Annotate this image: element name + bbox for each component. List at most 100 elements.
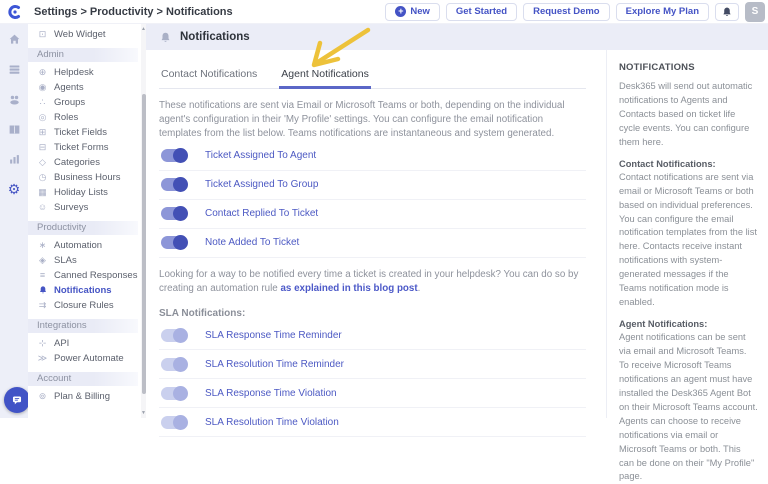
toggle-ticket-assigned-to-agent[interactable]	[161, 149, 187, 162]
business-hours-icon: ◷	[37, 173, 48, 182]
home-icon	[8, 33, 21, 46]
rail-item-home[interactable]	[0, 24, 28, 54]
sidebar-item-surveys[interactable]: ☺ Surveys	[28, 200, 146, 215]
sidebar-item-web-widget[interactable]: ⊡ Web Widget	[28, 27, 146, 42]
rail-item-tickets[interactable]	[0, 54, 28, 84]
top-bar: Settings > Productivity > Notifications …	[0, 0, 768, 24]
help-panel-title: NOTIFICATIONS	[619, 62, 758, 73]
sidebar-item-canned-responses[interactable]: ≡ Canned Responses	[28, 268, 146, 283]
contact-replied-to-ticket-link[interactable]: Contact Replied To Ticket	[205, 208, 318, 219]
get-started-button[interactable]: Get Started	[446, 3, 517, 21]
sidebar-item-holiday-lists[interactable]: ▦ Holiday Lists	[28, 185, 146, 200]
sidebar-item-power-automate[interactable]: ≫ Power Automate	[28, 351, 146, 366]
toggle-row-ticket-assigned-to-agent: Ticket Assigned To Agent	[159, 142, 586, 171]
toggle-note-added-to-ticket[interactable]	[161, 236, 187, 249]
explore-my-plan-button[interactable]: Explore My Plan	[616, 3, 709, 21]
sidebar-section-account: Account	[28, 372, 138, 386]
toggle-knob	[173, 415, 188, 430]
rail-item-reports[interactable]	[0, 144, 28, 174]
sidebar-item-api[interactable]: ⊹ API	[28, 336, 146, 351]
toggle-knob	[173, 386, 188, 401]
toggle-row-sla-resolution-time-reminder: SLA Resolution Time Reminder	[159, 350, 586, 379]
notification-bell-button[interactable]	[715, 3, 739, 21]
ticket-fields-icon: ⊞	[37, 128, 48, 137]
closure-rules-icon: ⇉	[37, 301, 48, 310]
sidebar-item-slas[interactable]: ◈ SLAs	[28, 253, 146, 268]
help-contact-notifications-heading: Contact Notifications:	[619, 159, 758, 169]
intro-text: These notifications are sent via Email o…	[159, 99, 586, 142]
ticket-assigned-to-group-link[interactable]: Ticket Assigned To Group	[205, 179, 318, 190]
blog-post-link[interactable]: as explained in this blog post	[280, 283, 417, 294]
reports-icon	[8, 153, 21, 166]
help-contact-notifications-body: Contact notifications are sent via email…	[619, 171, 758, 310]
toggle-contact-replied-to-ticket[interactable]	[161, 207, 187, 220]
categories-icon: ◇	[37, 158, 48, 167]
ticket-assigned-to-agent-link[interactable]: Ticket Assigned To Agent	[205, 150, 316, 161]
toggle-knob	[173, 235, 188, 250]
sidebar-section-productivity: Productivity	[28, 221, 138, 235]
toggle-ticket-assigned-to-group[interactable]	[161, 178, 187, 191]
sla-resolution-time-reminder-link[interactable]: SLA Resolution Time Reminder	[205, 359, 344, 370]
note-added-to-ticket-link[interactable]: Note Added To Ticket	[205, 237, 299, 248]
groups-icon: ∴	[37, 98, 48, 107]
chat-icon	[10, 393, 24, 407]
rail-item-knowledge-base[interactable]	[0, 114, 28, 144]
sla-resolution-time-violation-link[interactable]: SLA Resolution Time Violation	[205, 417, 339, 428]
sidebar-item-automation[interactable]: ∗ Automation	[28, 238, 146, 253]
breadcrumb: Settings > Productivity > Notifications	[34, 6, 233, 18]
toggle-row-sla-response-time-violation: SLA Response Time Violation	[159, 379, 586, 408]
sla-response-time-reminder-link[interactable]: SLA Response Time Reminder	[205, 330, 342, 341]
sla-response-time-violation-link[interactable]: SLA Response Time Violation	[205, 388, 337, 399]
rail-item-contacts[interactable]	[0, 84, 28, 114]
toggle-row-sla-response-time-reminder: SLA Response Time Reminder	[159, 321, 586, 350]
sidebar-item-agents[interactable]: ◉ Agents	[28, 80, 146, 95]
sidebar-item-categories[interactable]: ◇ Categories	[28, 155, 146, 170]
toggle-sla-response-time-reminder[interactable]	[161, 329, 187, 342]
tab-contact-notifications[interactable]: Contact Notifications	[159, 64, 259, 88]
toggle-knob	[173, 177, 188, 192]
bell-icon	[721, 6, 733, 18]
tab-agent-notifications[interactable]: Agent Notifications	[279, 64, 371, 89]
icon-rail: ⚙	[0, 24, 28, 418]
toggle-row-sla-resolution-time-violation: SLA Resolution Time Violation	[159, 408, 586, 437]
sidebar-section-admin: Admin	[28, 48, 138, 62]
chat-widget-button[interactable]	[4, 387, 30, 413]
help-panel-intro: Desk365 will send out automatic notifica…	[619, 80, 758, 150]
sidebar-item-closure-rules[interactable]: ⇉ Closure Rules	[28, 298, 146, 313]
sidebar-item-plan-billing[interactable]: ⊚ Plan & Billing	[28, 389, 146, 404]
automation-icon: ∗	[37, 241, 48, 250]
gear-icon: ⚙	[8, 182, 21, 196]
scrollbar-thumb[interactable]	[142, 94, 146, 394]
sidebar-section-integrations: Integrations	[28, 319, 138, 333]
sidebar-item-helpdesk[interactable]: ⊕ Helpdesk	[28, 65, 146, 80]
main-panel: Contact Notifications Agent Notification…	[146, 50, 606, 418]
sidebar-item-groups[interactable]: ∴ Groups	[28, 95, 146, 110]
plus-icon: +	[395, 6, 406, 17]
toggle-knob	[173, 328, 188, 343]
helpdesk-icon: ⊕	[37, 68, 48, 77]
roles-icon: ◎	[37, 113, 48, 122]
knowledge-base-icon	[8, 123, 21, 136]
help-agent-notifications-heading: Agent Notifications:	[619, 319, 758, 329]
toggle-sla-response-time-violation[interactable]	[161, 387, 187, 400]
sidebar-item-ticket-forms[interactable]: ⊟ Ticket Forms	[28, 140, 146, 155]
new-button[interactable]: + New	[385, 3, 440, 21]
request-demo-button[interactable]: Request Demo	[523, 3, 610, 21]
slas-icon: ◈	[37, 256, 48, 265]
desk365-logo[interactable]	[0, 4, 28, 20]
surveys-icon: ☺	[37, 203, 48, 212]
user-avatar[interactable]: S	[745, 2, 765, 22]
web-widget-icon: ⊡	[37, 30, 48, 39]
sidebar-item-ticket-fields[interactable]: ⊞ Ticket Fields	[28, 125, 146, 140]
power-automate-icon: ≫	[37, 354, 48, 363]
canned-responses-icon: ≡	[37, 271, 48, 280]
rail-item-settings[interactable]: ⚙	[0, 174, 28, 204]
sidebar-item-notifications[interactable]: Notifications	[28, 283, 146, 298]
sidebar-item-roles[interactable]: ◎ Roles	[28, 110, 146, 125]
note-text-after: .	[418, 283, 421, 294]
contacts-icon	[8, 93, 21, 106]
toggle-sla-resolution-time-violation[interactable]	[161, 416, 187, 429]
content-area: Notifications Contact Notifications Agen…	[146, 24, 768, 418]
sidebar-item-business-hours[interactable]: ◷ Business Hours	[28, 170, 146, 185]
toggle-sla-resolution-time-reminder[interactable]	[161, 358, 187, 371]
